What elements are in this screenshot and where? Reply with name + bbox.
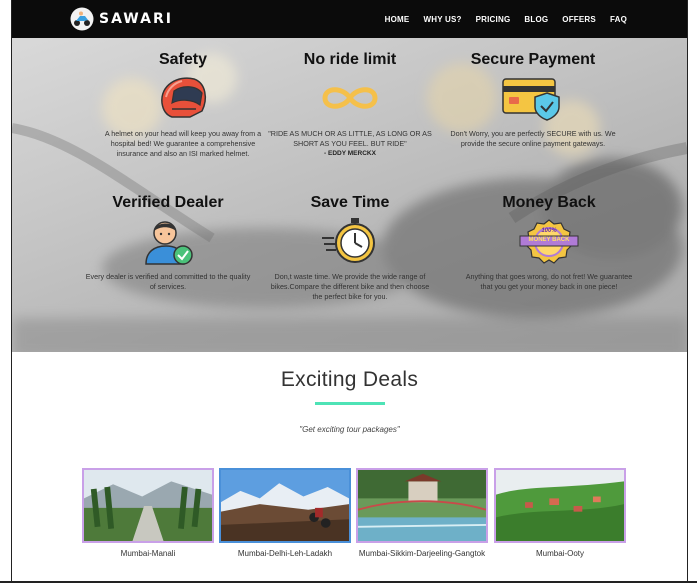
page: SAWARI HOME WHY US? PRICING BLOG OFFERS … [12,0,687,583]
nav-menu: HOME WHY US? PRICING BLOG OFFERS FAQ [371,0,627,38]
deal-card-manali[interactable]: Mumbai-Manali [82,468,214,559]
feature-title: Money Back [502,194,596,211]
deal-name[interactable]: Mumbai-Ooty [494,549,626,559]
nav-link-blog[interactable]: BLOG [524,15,548,24]
feature-safety: Safety A helmet on your head will keep y… [98,50,268,159]
deal-photo-leh-ladakh[interactable] [219,468,351,543]
nav-link-offers[interactable]: OFFERS [562,15,596,24]
feature-save-time: Save Time Don,t waste time. We provide t… [265,193,435,302]
nav-link-pricing[interactable]: PRICING [476,15,511,24]
window-frame-right [687,0,697,583]
deal-photo-manali[interactable] [82,468,214,543]
feature-money-back: Money Back 100% MONEY BACK Anything that… [464,193,634,292]
deal-photo-sikkim[interactable] [356,468,488,543]
deal-name[interactable]: Mumbai-Delhi-Leh-Ladakh [219,549,351,559]
credit-card-shield-icon [502,78,560,121]
deal-card-ooty[interactable]: Mumbai-Ooty [494,468,626,559]
scooter-logo-icon [70,7,94,31]
feature-quote-author: - EDDY MERCKX [324,150,376,157]
infinity-icon [322,87,378,109]
stopwatch-icon [322,218,375,263]
nav-link-home[interactable]: HOME [385,15,410,24]
features-section: Safety A helmet on your head will keep y… [12,38,687,352]
deal-name[interactable]: Mumbai-Sikkim-Darjeeling-Gangtok [356,549,488,559]
deal-card-leh-ladakh[interactable]: Mumbai-Delhi-Leh-Ladakh [219,468,351,559]
feature-description: Don,t waste time. We provide the wide ra… [270,272,430,301]
feature-title: Save Time [310,194,390,211]
feature-title: Secure Payment [470,51,596,68]
feature-description: Anything that goes wrong, do not fret! W… [465,272,633,291]
feature-title: Safety [158,51,208,68]
brand-name: SAWARI [99,11,173,27]
feature-description: A helmet on your head will keep you away… [104,129,262,158]
feature-description: Don't Worry, you are perfectly SECURE wi… [450,129,616,148]
nav-link-faq[interactable]: FAQ [610,15,627,24]
nav-link-why-us[interactable]: WHY US? [423,15,461,24]
deal-photo-ooty[interactable] [494,468,626,543]
badge-label: MONEY BACK [528,237,570,243]
deals-heading: Exciting Deals [280,368,419,391]
deal-card-sikkim-darjeeling-gangtok[interactable]: Mumbai-Sikkim-Darjeeling-Gangtok [356,468,488,559]
window-frame-left [0,0,12,583]
feature-title: Verified Dealer [112,194,224,211]
feature-no-ride-limit: No ride limit "RIDE AS MUCH OR AS LITTLE… [265,50,435,157]
verified-user-icon [145,221,193,265]
deals-heading-underline [315,402,385,405]
money-back-badge-icon: 100% MONEY BACK [514,216,584,266]
feature-quote: "RIDE AS MUCH OR AS LITTLE, AS LONG OR A… [268,129,432,148]
feature-secure-payment: Secure Payment Don't Worry, you are perf… [448,50,618,149]
deal-name[interactable]: Mumbai-Manali [82,549,214,559]
feature-verified-dealer: Verified Dealer Every dealer is verified… [83,193,253,292]
deals-subtitle: "Get exciting tour packages" [299,425,400,434]
badge-percentage: 100% [541,228,557,234]
navbar: SAWARI HOME WHY US? PRICING BLOG OFFERS … [12,0,687,38]
brand-logo-link[interactable]: SAWARI [70,7,173,31]
feature-description: Every dealer is verified and committed t… [85,272,251,291]
feature-title: No ride limit [303,51,397,68]
helmet-icon [161,77,207,118]
